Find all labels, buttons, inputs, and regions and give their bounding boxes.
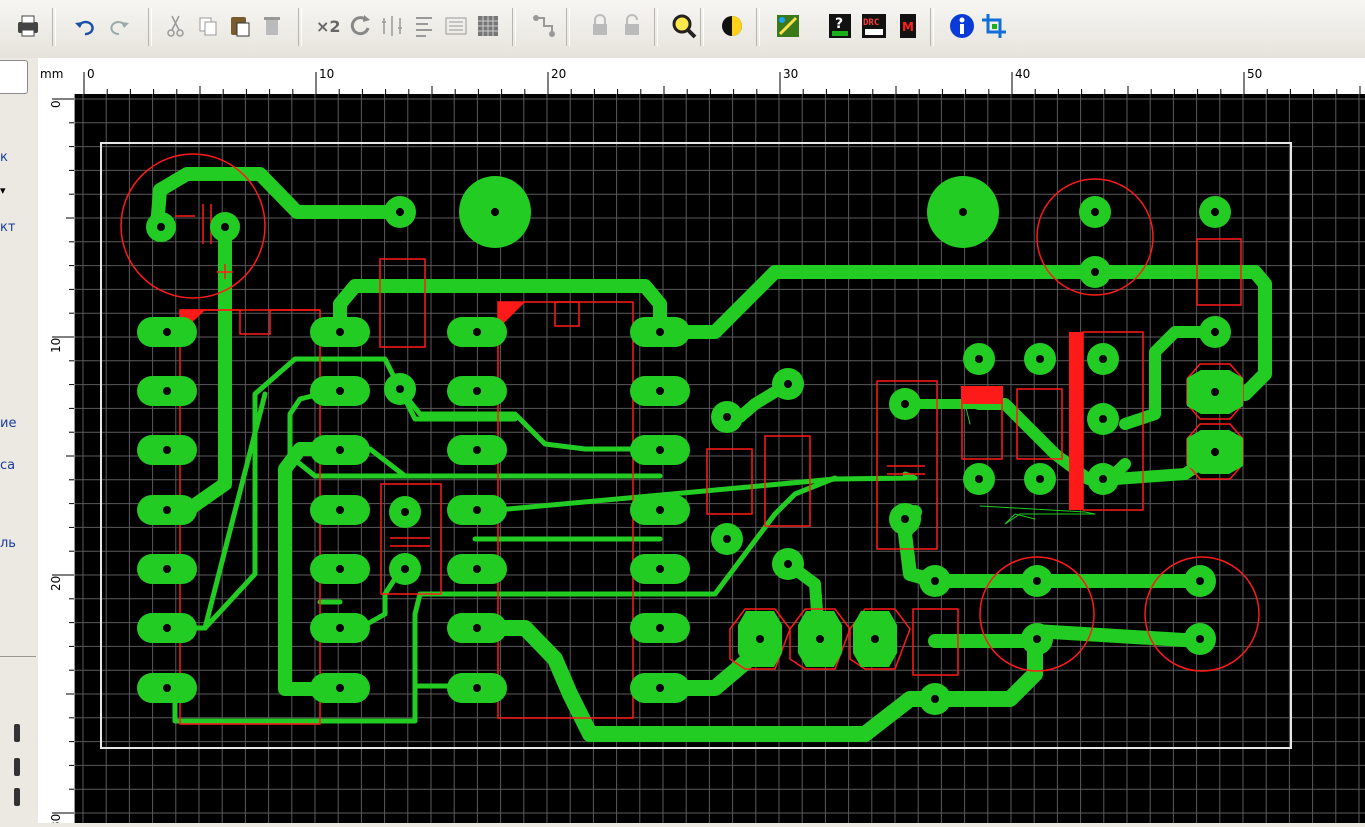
- toolbar-separator: [930, 8, 934, 46]
- toolbar-separator: [566, 8, 570, 46]
- autoroute-button[interactable]: [772, 9, 804, 43]
- group-icon: [445, 17, 467, 35]
- toolbar-separator: [298, 8, 302, 46]
- align-icon: [416, 17, 432, 37]
- side-label: са: [0, 458, 16, 473]
- ruler-unit: mm: [40, 67, 63, 81]
- grid-icon: [478, 16, 498, 36]
- route-icon: [533, 15, 555, 37]
- redo-icon: [110, 21, 129, 36]
- undo-button[interactable]: [70, 9, 102, 43]
- ruler-left-label: 10: [49, 338, 63, 353]
- lock-icon: [593, 14, 607, 35]
- side-label: ие: [0, 416, 17, 431]
- splitter-handle[interactable]: [14, 758, 20, 776]
- print-button[interactable]: [12, 9, 44, 43]
- copy-icon: [199, 17, 217, 36]
- group-button[interactable]: [440, 9, 472, 43]
- unlock-button[interactable]: [616, 9, 648, 43]
- svg-text:?: ?: [835, 16, 843, 32]
- align-button[interactable]: [408, 9, 440, 43]
- delete-button[interactable]: [256, 9, 288, 43]
- toolbar-separator: [52, 8, 56, 46]
- duplicate-button[interactable]: ×2: [312, 9, 344, 43]
- ungroup-button[interactable]: [472, 9, 504, 43]
- contrast-button[interactable]: [716, 9, 748, 43]
- svg-text:M: M: [902, 20, 914, 34]
- mirror-button[interactable]: [376, 9, 408, 43]
- ruler-left-label: 0: [49, 100, 63, 108]
- drc-icon: DRC: [862, 14, 886, 38]
- drc-button[interactable]: DRC: [858, 9, 890, 43]
- magnifier-icon: [672, 14, 697, 39]
- toolbar-separator: [700, 8, 704, 46]
- copy-button[interactable]: [192, 9, 224, 43]
- contrast-icon: [722, 16, 742, 36]
- x2-icon: ×2: [316, 17, 341, 36]
- side-label: кт: [0, 220, 16, 235]
- redo-button[interactable]: [102, 9, 134, 43]
- ruler-left-label: 30: [49, 814, 63, 823]
- ruler-top-label: 0: [87, 67, 95, 81]
- unlock-icon: [625, 14, 639, 35]
- scissors-icon: [167, 15, 184, 37]
- route-button[interactable]: [528, 9, 560, 43]
- info-icon: [950, 14, 974, 38]
- side-label[interactable]: ▾: [0, 184, 6, 197]
- paste-button[interactable]: [224, 9, 256, 43]
- question-icon: ?: [829, 14, 851, 38]
- undo-icon: [75, 20, 94, 36]
- printer-icon: [18, 15, 38, 37]
- macro-button[interactable]: M: [892, 9, 924, 43]
- toolbar-separator: [148, 8, 152, 46]
- crop-icon: [982, 14, 1006, 38]
- ruler-left-label: 20: [49, 576, 63, 591]
- panel-divider: [0, 656, 36, 657]
- pcb-canvas[interactable]: [75, 94, 1365, 823]
- mirror-icon: [382, 16, 402, 36]
- ruler-vertical: 0 10 20 30: [38, 94, 75, 827]
- layer-combo[interactable]: [0, 60, 28, 94]
- svg-text:×2: ×2: [316, 17, 341, 36]
- info-button[interactable]: [946, 9, 978, 43]
- zoom-button[interactable]: [668, 9, 700, 43]
- ruler-horizontal: mm 0 10 20 30 40 50: [38, 58, 1365, 95]
- macro-icon: M: [900, 14, 916, 38]
- ruler-top-label: 20: [551, 67, 566, 81]
- rotate-button[interactable]: [344, 9, 376, 43]
- ruler-top-label: 40: [1015, 67, 1030, 81]
- trash-icon: [264, 17, 280, 35]
- crop-button[interactable]: [978, 9, 1010, 43]
- paste-icon: [231, 17, 250, 37]
- main-toolbar: ×2? DRC M: [0, 0, 1365, 59]
- splitter-handle[interactable]: [14, 788, 20, 806]
- svg-text:DRC: DRC: [863, 18, 879, 28]
- test-button[interactable]: ?: [824, 9, 856, 43]
- rotate-icon: [350, 15, 370, 36]
- toolbar-separator: [756, 8, 760, 46]
- autoroute-icon: [777, 15, 799, 37]
- properties-panel: к ▾ кт ие са ль: [0, 58, 38, 823]
- lock-button[interactable]: [584, 9, 616, 43]
- toolbar-separator: [654, 8, 658, 46]
- ruler-top-label: 10: [319, 67, 334, 81]
- side-label: ль: [0, 536, 16, 551]
- ruler-top-label: 50: [1247, 67, 1262, 81]
- splitter-handle[interactable]: [14, 724, 20, 742]
- cut-button[interactable]: [160, 9, 192, 43]
- pcb-drawing[interactable]: [75, 94, 1365, 823]
- toolbar-separator: [512, 8, 516, 46]
- ruler-top-label: 30: [783, 67, 798, 81]
- side-label: к: [0, 150, 8, 165]
